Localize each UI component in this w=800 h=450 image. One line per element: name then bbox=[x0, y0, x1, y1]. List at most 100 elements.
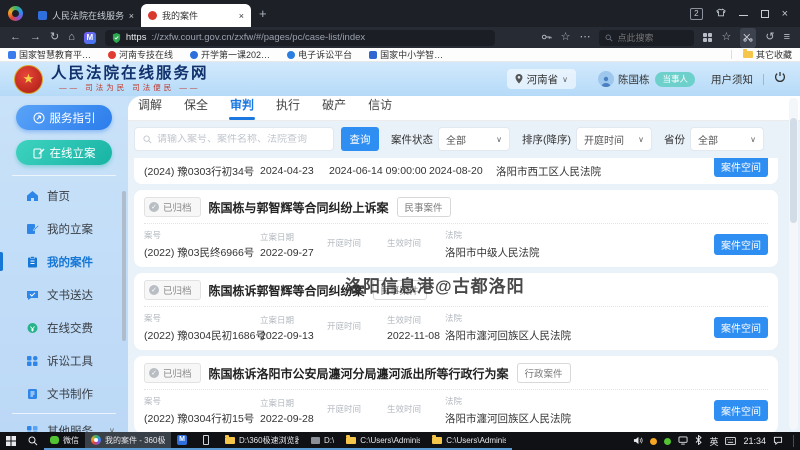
show-desktop-button[interactable] bbox=[793, 435, 794, 447]
sidebar-item-other-services[interactable]: 其他服务 ∨ bbox=[0, 414, 128, 432]
tab-petition[interactable]: 信访 bbox=[366, 96, 394, 120]
tab-preservation[interactable]: 保全 bbox=[182, 96, 210, 120]
tab-enforcement[interactable]: 执行 bbox=[274, 96, 302, 120]
notification-icon[interactable] bbox=[773, 432, 783, 450]
start-button[interactable] bbox=[0, 432, 22, 450]
refresh-icon[interactable]: ↻ bbox=[50, 32, 59, 43]
browser-tab-my-cases[interactable]: 我的案件 × bbox=[141, 4, 251, 27]
sidebar-item-my-filing[interactable]: 我的立案 bbox=[0, 212, 128, 245]
archived-badge: ✓ 已归档 bbox=[144, 280, 201, 300]
skin-icon[interactable] bbox=[715, 8, 726, 19]
collect-star-icon[interactable]: ☆ bbox=[721, 32, 731, 43]
search-button[interactable]: 查询 bbox=[341, 127, 379, 151]
bookmark-item[interactable]: 开学第一课202… bbox=[190, 48, 270, 61]
speaker-icon[interactable] bbox=[633, 432, 643, 450]
user-name[interactable]: 陈国栋 bbox=[618, 72, 650, 87]
taskbar-item-drive-d[interactable]: D:\ bbox=[305, 432, 341, 450]
tab-count-badge[interactable]: 2 bbox=[690, 7, 703, 20]
address-bar[interactable]: https://zxfw.court.gov.cn/zxfw/#/pages/p… bbox=[104, 29, 495, 46]
sidebar: 服务指引 在线立案 首页 我的立案 我的案件 文书送达 在线交费 诉讼工具 文书… bbox=[0, 96, 128, 432]
taskbar-item-m-app[interactable]: M bbox=[171, 432, 197, 450]
tab-bankruptcy[interactable]: 破产 bbox=[320, 96, 348, 120]
screenshot-scissors-icon[interactable] bbox=[740, 27, 757, 48]
back-icon[interactable]: ← bbox=[10, 32, 21, 43]
taskbar-item-folder-c2[interactable]: C:\Users\Administr… bbox=[426, 432, 513, 450]
browser-logo-icon[interactable] bbox=[8, 6, 23, 21]
tab-title: 我的案件 bbox=[162, 11, 199, 21]
user-avatar[interactable] bbox=[597, 71, 614, 87]
other-favorites[interactable]: 其它收藏 bbox=[742, 48, 792, 61]
bluetooth-tray-icon[interactable] bbox=[695, 432, 703, 450]
court-name: 洛阳市西工区人民法院 bbox=[496, 165, 601, 178]
case-card-partial: (2024) 豫0303行初34号 2024-04-23 2024-06-14 … bbox=[134, 158, 778, 184]
maximize-button[interactable] bbox=[760, 9, 769, 18]
sort-select[interactable]: 开庭时间 ∨ bbox=[576, 127, 652, 151]
tab-trial[interactable]: 审判 bbox=[228, 96, 256, 120]
sidebar-item-document-making[interactable]: 文书制作 bbox=[0, 377, 128, 410]
sidebar-item-document-delivery[interactable]: 文书送达 bbox=[0, 278, 128, 311]
chevron-down-icon: ∨ bbox=[496, 134, 502, 144]
user-notice-link[interactable]: 用户须知 bbox=[711, 72, 753, 87]
sidebar-item-home[interactable]: 首页 bbox=[0, 179, 128, 212]
taskbar-item-phone[interactable] bbox=[197, 432, 219, 450]
bookmark-item[interactable]: 河南专技在线 bbox=[108, 48, 173, 61]
browser-tab-court[interactable]: 人民法院在线服务 全国版_百… × bbox=[31, 4, 141, 27]
sidebar-item-litigation-tools[interactable]: 诉讼工具 bbox=[0, 344, 128, 377]
scrollbar-thumb[interactable] bbox=[790, 118, 797, 223]
case-space-button[interactable]: 案件空间 bbox=[714, 400, 768, 421]
key-icon[interactable] bbox=[541, 29, 552, 47]
case-space-button[interactable]: 案件空间 bbox=[714, 234, 768, 255]
sidebar-nav: 首页 我的立案 我的案件 文书送达 在线交费 诉讼工具 文书制作 其他服务 ∨ bbox=[0, 176, 128, 432]
input-language-indicator[interactable]: 英 bbox=[709, 435, 718, 448]
service-guide-button[interactable]: 服务指引 bbox=[16, 105, 112, 130]
extension-m-icon[interactable]: M bbox=[83, 31, 96, 44]
tab-close-icon[interactable]: × bbox=[239, 11, 244, 21]
display-tray-icon[interactable] bbox=[678, 432, 688, 450]
wechat-tray-icon[interactable] bbox=[664, 437, 672, 445]
taskbar-item-folder-c1[interactable]: C:\Users\Administr… bbox=[340, 432, 427, 450]
apps-grid-icon[interactable] bbox=[703, 33, 713, 42]
sidebar-scrollbar[interactable] bbox=[122, 191, 126, 341]
region-selector[interactable]: 河南省 ∨ bbox=[506, 69, 576, 89]
case-search-input[interactable] bbox=[157, 133, 317, 145]
online-filing-button[interactable]: 在线立案 bbox=[16, 140, 112, 165]
more-icon[interactable]: ⋯ bbox=[579, 32, 590, 43]
sidebar-item-online-payment[interactable]: 在线交费 bbox=[0, 311, 128, 344]
province-select[interactable]: 全部 ∨ bbox=[690, 127, 764, 151]
browser-search-input[interactable] bbox=[617, 32, 688, 43]
browser-search-box[interactable] bbox=[599, 29, 695, 46]
home-icon[interactable]: ⌂ bbox=[68, 32, 75, 43]
favorite-star-icon[interactable]: ☆ bbox=[561, 32, 571, 43]
field-label: 立案日期 bbox=[260, 397, 295, 408]
bookmark-favicon-icon bbox=[108, 50, 117, 59]
safety-tray-icon[interactable] bbox=[650, 437, 658, 445]
status-select[interactable]: 全部 ∨ bbox=[438, 127, 510, 151]
bookmark-item[interactable]: 电子诉讼平台 bbox=[287, 48, 352, 61]
tab-mediation[interactable]: 调解 bbox=[136, 96, 164, 120]
clock[interactable]: 21:34 bbox=[743, 436, 766, 446]
bookmark-item[interactable]: 国家智慧教育平… bbox=[8, 48, 91, 61]
folder-icon bbox=[225, 434, 235, 444]
taskbar-search-icon[interactable] bbox=[22, 432, 44, 450]
case-number: (2022) 豫03民终6966号 bbox=[144, 247, 255, 259]
sidebar-item-my-cases[interactable]: 我的案件 bbox=[0, 245, 128, 278]
close-button[interactable]: × bbox=[782, 8, 788, 20]
case-space-button[interactable]: 案件空间 bbox=[714, 158, 768, 177]
page-scrollbar[interactable] bbox=[789, 98, 798, 430]
taskbar-item-folder-d360[interactable]: D:\360极速浏览器X… bbox=[219, 432, 305, 450]
taskbar-item-wechat[interactable]: 微信 bbox=[44, 432, 85, 450]
filing-pen-icon bbox=[33, 148, 44, 158]
new-tab-button[interactable]: + bbox=[259, 6, 267, 21]
bookmark-item[interactable]: 国家中小学智… bbox=[369, 48, 443, 61]
case-search-box[interactable] bbox=[134, 127, 334, 151]
forward-icon[interactable]: → bbox=[30, 32, 41, 43]
tab-close-icon[interactable]: × bbox=[129, 11, 134, 21]
national-emblem-icon: ★ bbox=[14, 64, 43, 94]
case-space-button[interactable]: 案件空间 bbox=[714, 317, 768, 338]
undo-icon[interactable]: ↺ bbox=[765, 32, 774, 43]
menu-icon[interactable]: ≡ bbox=[784, 32, 790, 43]
logout-power-icon[interactable] bbox=[774, 70, 786, 88]
minimize-button[interactable] bbox=[738, 11, 748, 16]
taskbar-item-browser[interactable]: 我的案件 - 360极速… bbox=[85, 432, 171, 450]
touch-keyboard-icon[interactable] bbox=[725, 432, 737, 450]
